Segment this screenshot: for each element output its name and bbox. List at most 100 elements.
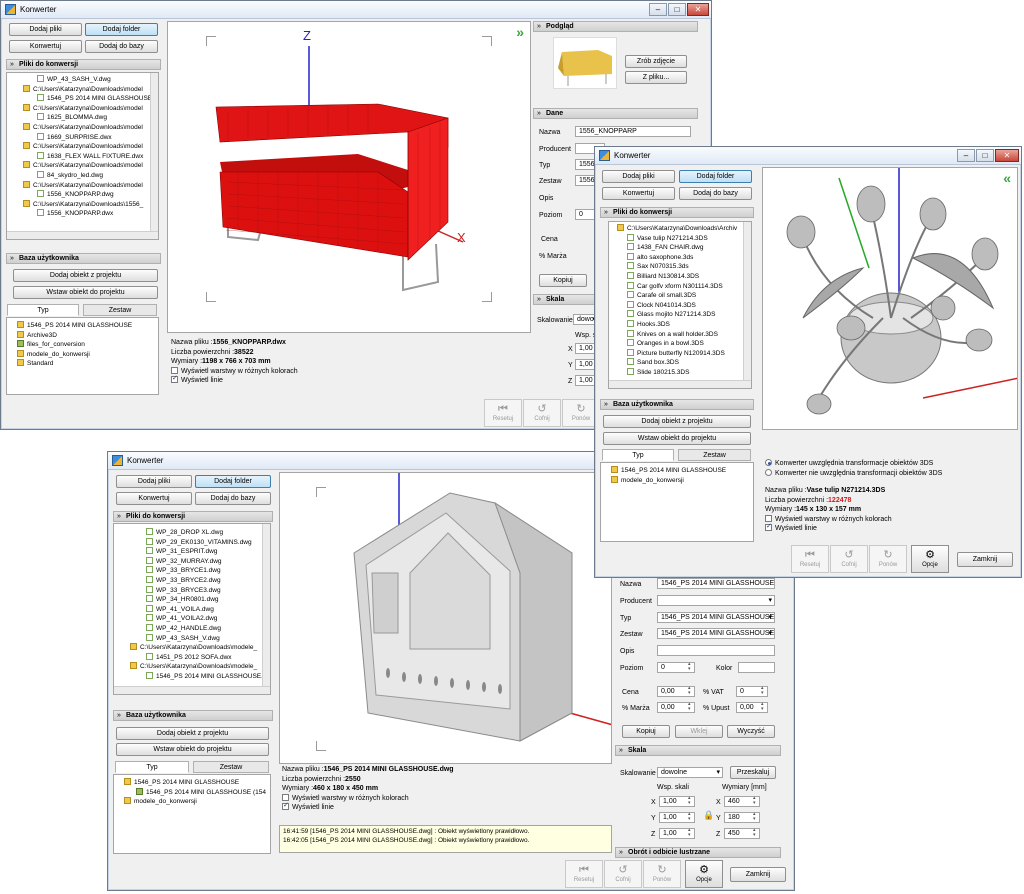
tree-row[interactable]: 1625_BLOMMA.dwg — [13, 113, 158, 123]
discount-spinner[interactable]: 0,00 — [736, 702, 768, 713]
tree-row[interactable]: Billiard N130814.3DS — [613, 271, 751, 282]
add-to-db-button[interactable]: Dodaj do bazy — [679, 187, 752, 200]
dim-z-spinner[interactable]: 450 — [724, 828, 760, 839]
reset-button[interactable]: ⏮ Resetuj — [484, 399, 522, 427]
level-spinner[interactable]: 0 — [657, 662, 695, 673]
lines-checkbox[interactable] — [765, 522, 772, 532]
insert-object-button[interactable]: Wstaw obiekt do projektu — [116, 743, 269, 756]
files-scrollbar[interactable] — [743, 222, 751, 380]
tree-row[interactable]: 1546_PS 2014 MINI GLASSHOUSE — [13, 94, 158, 104]
tree-row[interactable]: Glass mojito N271214.3DS — [613, 310, 751, 320]
tree-row[interactable]: 1546_PS 2014 MINI GLASSHOUSE — [124, 778, 270, 788]
radio-row-transform[interactable]: Konwerter uwzględnia transformacje obiek… — [765, 459, 942, 469]
layers-checkbox[interactable] — [171, 366, 178, 374]
scale-x-spinner[interactable]: 1,00 — [659, 796, 695, 807]
maximize-icon[interactable]: □ — [668, 3, 686, 16]
tree-row[interactable]: Vase tulip N271214.3DS — [613, 233, 751, 244]
tree-row[interactable]: 84_skydro_led.dwg — [13, 170, 158, 181]
transform-radio[interactable] — [765, 459, 772, 466]
lines-checkbox-row[interactable]: Wyświetl linie — [282, 801, 454, 813]
reset-button[interactable]: ⏮ Resetuj — [565, 860, 603, 888]
tree-row[interactable]: Knives on a wall holder.3DS — [613, 329, 751, 340]
scale-header[interactable]: Skala — [615, 745, 781, 756]
tree-row[interactable]: 1438_FAN CHAIR.dwg — [613, 243, 751, 253]
convert-button[interactable]: Konwertuj — [602, 187, 675, 200]
add-files-button[interactable]: Dodaj pliki — [602, 170, 675, 183]
tree-row[interactable]: C:\Users\Katarzyna\Downloads\model — [13, 180, 158, 191]
tree-row[interactable]: WP_33_BRYCE3.dwg — [128, 585, 270, 596]
clear-button[interactable]: Wyczyść — [727, 725, 775, 738]
user-db-header[interactable]: Baza użytkownika — [113, 710, 273, 721]
layers-checkbox[interactable] — [765, 514, 772, 522]
files-scrollbar[interactable] — [150, 73, 158, 231]
reset-button[interactable]: ⏮ Resetuj — [791, 545, 829, 573]
rotate-mirror-header[interactable]: Obrót i odbicie lustrzane — [615, 847, 781, 858]
tree-row[interactable]: C:\Users\Katarzyna\Downloads\model — [13, 84, 158, 95]
tree-row[interactable]: WP_31_ESPRIT.dwg — [128, 547, 270, 557]
name-field[interactable]: 1546_PS 2014 MINI GLASSHOUSE — [657, 578, 775, 589]
redo-button[interactable]: ↻ Ponów — [643, 860, 681, 888]
db-tree[interactable]: 1546_PS 2014 MINI GLASSHOUSE 1546_PS 2014… — [113, 774, 271, 854]
files-hscrollbar[interactable] — [114, 686, 270, 694]
lines-checkbox-row[interactable]: Wyświetl linie — [765, 522, 892, 534]
tree-row[interactable]: WP_43_SASH_V.dwg — [13, 75, 158, 85]
convert-button[interactable]: Konwertuj — [9, 40, 82, 53]
tree-row[interactable]: WP_42_HANDLE.dwg — [128, 623, 270, 634]
tree-row[interactable]: 1556_KNOPPARP.dwx — [13, 209, 158, 219]
scaling-combo[interactable]: dowolne — [657, 767, 723, 778]
rescale-button[interactable]: Przeskaluj — [730, 766, 776, 779]
tree-row[interactable]: alto saxophone.3ds — [613, 252, 751, 263]
files-section-header[interactable]: Pliki do konwersji — [113, 511, 273, 522]
scale-y-spinner[interactable]: 1,00 — [659, 812, 695, 823]
lines-checkbox[interactable] — [282, 801, 289, 811]
margin-spinner[interactable]: 0,00 — [657, 702, 695, 713]
set-combo[interactable]: 1546_PS 2014 MINI GLASSHOUSE — [657, 628, 775, 639]
minimize-icon[interactable]: – — [649, 3, 667, 16]
options-button[interactable]: ⚙ Opcje — [911, 545, 949, 573]
add-to-db-button[interactable]: Dodaj do bazy — [85, 40, 158, 53]
files-tree[interactable]: WP_43_SASH_V.dwg C:\Users\Katarzyna\Downl… — [6, 72, 159, 240]
tree-row[interactable]: modele_do_konwersji — [17, 349, 158, 360]
close-button[interactable]: Zamknij — [730, 867, 786, 882]
tree-row[interactable]: 1451_PS 2012 SOFA.dwx — [128, 652, 270, 663]
tree-row[interactable]: Slide 180215.3DS — [613, 367, 751, 378]
add-files-button[interactable]: Dodaj pliki — [9, 23, 82, 36]
add-to-db-button[interactable]: Dodaj do bazy — [195, 492, 271, 505]
tree-row[interactable]: WP_43_SASH_V.dwg — [128, 633, 270, 644]
tree-row[interactable]: WP_28_DROP XL.dwg — [128, 528, 270, 538]
tab-set[interactable]: Zestaw — [678, 449, 751, 461]
options-button[interactable]: ⚙ Opcje — [685, 860, 723, 888]
3d-viewport[interactable] — [279, 472, 612, 764]
3d-viewport[interactable]: « — [762, 167, 1018, 430]
tree-row[interactable]: 1638_FLEX WALL FIXTURE.dwx — [13, 151, 158, 162]
files-section-header[interactable]: Pliki do konwersji — [6, 59, 161, 70]
tree-row[interactable]: WP_32_MURRAY.dwg — [128, 556, 270, 567]
add-folder-button[interactable]: Dodaj folder — [85, 23, 158, 36]
layers-checkbox-row[interactable]: Wyświetl warstwy w różnych kolorach — [171, 366, 298, 377]
tree-row[interactable]: C:\Users\Katarzyna\Downloads\modele_ — [128, 643, 270, 653]
paste-button[interactable]: Wklej — [675, 725, 723, 738]
scale-z-spinner[interactable]: 1,00 — [659, 828, 695, 839]
tree-row[interactable]: 1546_PS 2014 MINI GLASSHOUSE — [611, 466, 753, 476]
producer-combo[interactable] — [657, 595, 775, 606]
tree-row[interactable]: Sand box.3DS — [613, 358, 751, 368]
lines-checkbox[interactable] — [171, 374, 178, 384]
tree-row[interactable]: Sax N070315.3ds — [613, 262, 751, 272]
undo-button[interactable]: ↺ Cofnij — [523, 399, 561, 427]
copy-button[interactable]: Kopiuj — [622, 725, 670, 738]
files-hscrollbar[interactable] — [7, 231, 158, 239]
files-hscrollbar[interactable] — [609, 380, 751, 388]
tree-row[interactable]: C:\Users\Katarzyna\Downloads\Archiv — [613, 224, 751, 234]
layers-checkbox-row[interactable]: Wyświetl warstwy w różnych kolorach — [765, 514, 892, 525]
tree-row[interactable]: WP_33_BRYCE1.dwg — [128, 566, 270, 576]
name-field[interactable]: 1556_KNOPPARP — [575, 126, 691, 137]
tree-row[interactable]: C:\Users\Katarzyna\Downloads\model — [13, 142, 158, 152]
tree-row[interactable]: C:\Users\Katarzyna\Downloads\modele_ — [128, 662, 270, 672]
copy-button[interactable]: Kopiuj — [539, 274, 587, 287]
radio-row-no-transform[interactable]: Konwerter nie uwzględnia transformacji o… — [765, 468, 942, 479]
tree-row[interactable]: C:\Users\Katarzyna\Downloads\1556_ — [13, 199, 158, 210]
close-button[interactable]: Zamknij — [957, 552, 1013, 567]
lines-checkbox-row[interactable]: Wyświetl linie — [171, 374, 298, 386]
tree-row[interactable]: Clock N041014.3DS — [613, 300, 751, 311]
no-transform-radio[interactable] — [765, 468, 772, 476]
